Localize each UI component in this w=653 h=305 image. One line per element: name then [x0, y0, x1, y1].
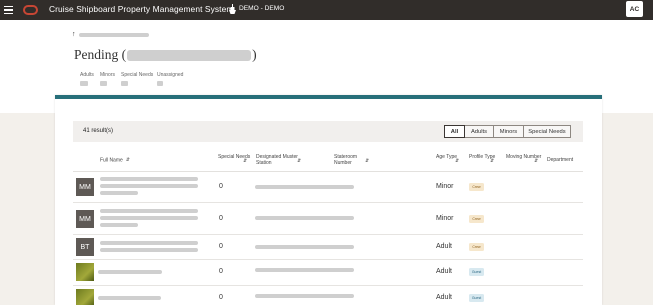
hamburger-menu-icon[interactable] — [4, 6, 13, 14]
title-suffix: ) — [252, 47, 257, 62]
sort-icon: ⇵ — [455, 158, 460, 164]
muster-station-redacted — [255, 216, 354, 220]
avatar: MM — [76, 210, 94, 228]
count-adults: Adults — [80, 72, 94, 86]
column-header-department[interactable]: Department — [547, 157, 573, 163]
column-header-profile-type[interactable]: Profile Type ⇵ — [469, 154, 497, 164]
top-navigation-bar: Cruise Shipboard Property Management Sys… — [0, 0, 653, 20]
back-arrow-icon[interactable]: ↑ — [72, 31, 76, 38]
profile-type-badge: Crew — [469, 215, 484, 223]
results-count: 41 result(s) — [83, 128, 114, 134]
age-type-cell: Adult — [436, 243, 452, 250]
age-type-cell: Adult — [436, 294, 452, 301]
avatar: MM — [76, 178, 94, 196]
muster-station-redacted — [255, 294, 354, 298]
sort-icon: ⇵ — [534, 158, 539, 164]
profile-type-badge: Crew — [469, 243, 484, 251]
back-link-redacted[interactable] — [79, 33, 149, 37]
table-row[interactable]: BT 0 Adult Crew — [73, 235, 583, 260]
column-header-full-name[interactable]: Full Name ⇵ — [100, 157, 130, 163]
title-prefix: Pending ( — [74, 47, 127, 62]
full-name-redacted — [100, 216, 198, 220]
sort-icon: ⇵ — [365, 158, 370, 164]
profile-type-badge: Crew — [469, 183, 484, 191]
special-needs-cell: 0 — [219, 215, 223, 222]
results-toolbar: 41 result(s) All Adults Minors Special N… — [73, 121, 583, 142]
sort-icon: ⇵ — [125, 157, 130, 163]
results-card: 41 result(s) All Adults Minors Special N… — [55, 95, 602, 305]
avatar: BT — [76, 238, 94, 256]
user-avatar-button[interactable]: AC — [626, 1, 643, 17]
column-header-muster-station[interactable]: Designated Muster Station ⇵ — [256, 154, 306, 166]
count-special-needs: Special Needs — [121, 72, 153, 86]
full-name-redacted — [98, 296, 161, 300]
filter-special-needs-button[interactable]: Special Needs — [523, 125, 571, 138]
column-header-age-type[interactable]: Age Type ⇵ — [436, 154, 462, 164]
full-name-redacted — [100, 184, 198, 188]
special-needs-cell: 0 — [219, 243, 223, 250]
ship-icon — [229, 4, 236, 14]
filter-all-button[interactable]: All — [444, 125, 465, 138]
table-row[interactable]: MM 0 Minor Crew — [73, 172, 583, 203]
ship-selector[interactable]: DEMO - DEMO — [239, 5, 284, 12]
column-header-moving-number[interactable]: Moving Number ⇵ — [506, 154, 542, 164]
full-name-redacted — [100, 177, 198, 181]
page-title: Pending ( ) — [74, 47, 257, 63]
profile-type-badge: Guest — [469, 294, 484, 302]
special-needs-cell: 0 — [219, 183, 223, 190]
special-needs-cell: 0 — [219, 268, 223, 275]
column-header-special-needs[interactable]: Special Needs ⇵ — [218, 154, 252, 164]
app-title: Cruise Shipboard Property Management Sys… — [49, 4, 234, 14]
title-redacted — [127, 49, 252, 61]
count-unassigned: Unassigned — [157, 72, 183, 86]
avatar-photo — [76, 289, 94, 305]
full-name-redacted — [100, 191, 138, 195]
age-type-cell: Minor — [436, 183, 454, 190]
table-row[interactable]: 0 Adult Guest — [73, 260, 583, 286]
special-needs-cell: 0 — [219, 294, 223, 301]
sort-icon: ⇵ — [243, 158, 248, 164]
full-name-redacted — [98, 270, 162, 274]
filter-adults-button[interactable]: Adults — [464, 125, 494, 138]
profile-type-badge: Guest — [469, 268, 484, 276]
filter-group: All Adults Minors Special Needs — [444, 125, 571, 138]
sort-icon: ⇵ — [490, 158, 495, 164]
age-type-cell: Minor — [436, 215, 454, 222]
avatar-photo — [76, 263, 94, 281]
table-row[interactable]: MM 0 Minor Crew — [73, 203, 583, 235]
full-name-redacted — [100, 223, 138, 227]
muster-station-redacted — [255, 185, 354, 189]
count-minors: Minors — [100, 72, 115, 86]
full-name-redacted — [100, 209, 198, 213]
full-name-redacted — [100, 241, 198, 245]
table-row[interactable]: 0 Adult Guest — [73, 286, 583, 305]
muster-station-redacted — [255, 268, 354, 272]
oracle-logo-icon[interactable] — [23, 5, 38, 15]
filter-minors-button[interactable]: Minors — [493, 125, 524, 138]
muster-station-redacted — [255, 245, 354, 249]
full-name-redacted — [100, 248, 198, 252]
age-type-cell: Adult — [436, 268, 452, 275]
column-header-stateroom[interactable]: Stateroom Number ⇵ — [334, 154, 370, 166]
sort-icon: ⇵ — [297, 158, 302, 164]
